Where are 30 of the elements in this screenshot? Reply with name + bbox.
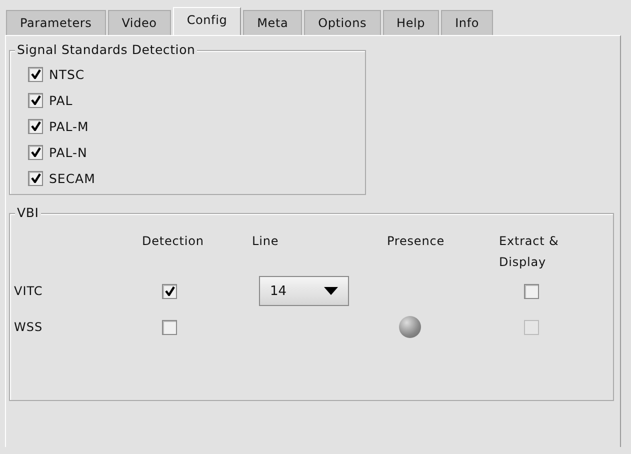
tab[interactable]: Parameters: [6, 10, 106, 35]
checkbox[interactable]: [28, 118, 43, 134]
tab[interactable]: Info: [441, 10, 494, 35]
checkbox-label: PAL-M: [49, 118, 89, 134]
caret-icon: [324, 287, 338, 295]
checkbox[interactable]: [524, 284, 539, 298]
tab[interactable]: Video: [108, 10, 171, 35]
tab[interactable]: Config: [172, 7, 242, 35]
column-header: Extract & Display: [498, 233, 559, 271]
group-title: VBI: [15, 205, 41, 220]
tab[interactable]: Options: [304, 10, 381, 35]
checkbox[interactable]: [162, 284, 177, 298]
column-header: Detection: [141, 233, 205, 250]
column-header: Presence: [386, 233, 446, 250]
column-header: Line: [251, 233, 280, 250]
checkbox[interactable]: [28, 144, 43, 160]
group-title: Signal Standards Detection: [15, 42, 198, 57]
row-label: VITC: [14, 284, 44, 298]
line-dropdown[interactable]: 14: [259, 276, 349, 306]
checkbox[interactable]: [28, 66, 43, 82]
checkbox-label: SECAM: [49, 170, 96, 186]
checkbox-label: NTSC: [49, 66, 85, 82]
checkbox-label: PAL-N: [49, 144, 88, 160]
tab[interactable]: Meta: [243, 10, 302, 35]
row-label: WSS: [14, 320, 44, 334]
checkbox[interactable]: [28, 92, 43, 108]
checkbox-label: PAL: [49, 92, 73, 108]
tab[interactable]: Help: [382, 10, 440, 35]
checkbox[interactable]: [162, 320, 177, 334]
checkbox[interactable]: [28, 170, 43, 186]
